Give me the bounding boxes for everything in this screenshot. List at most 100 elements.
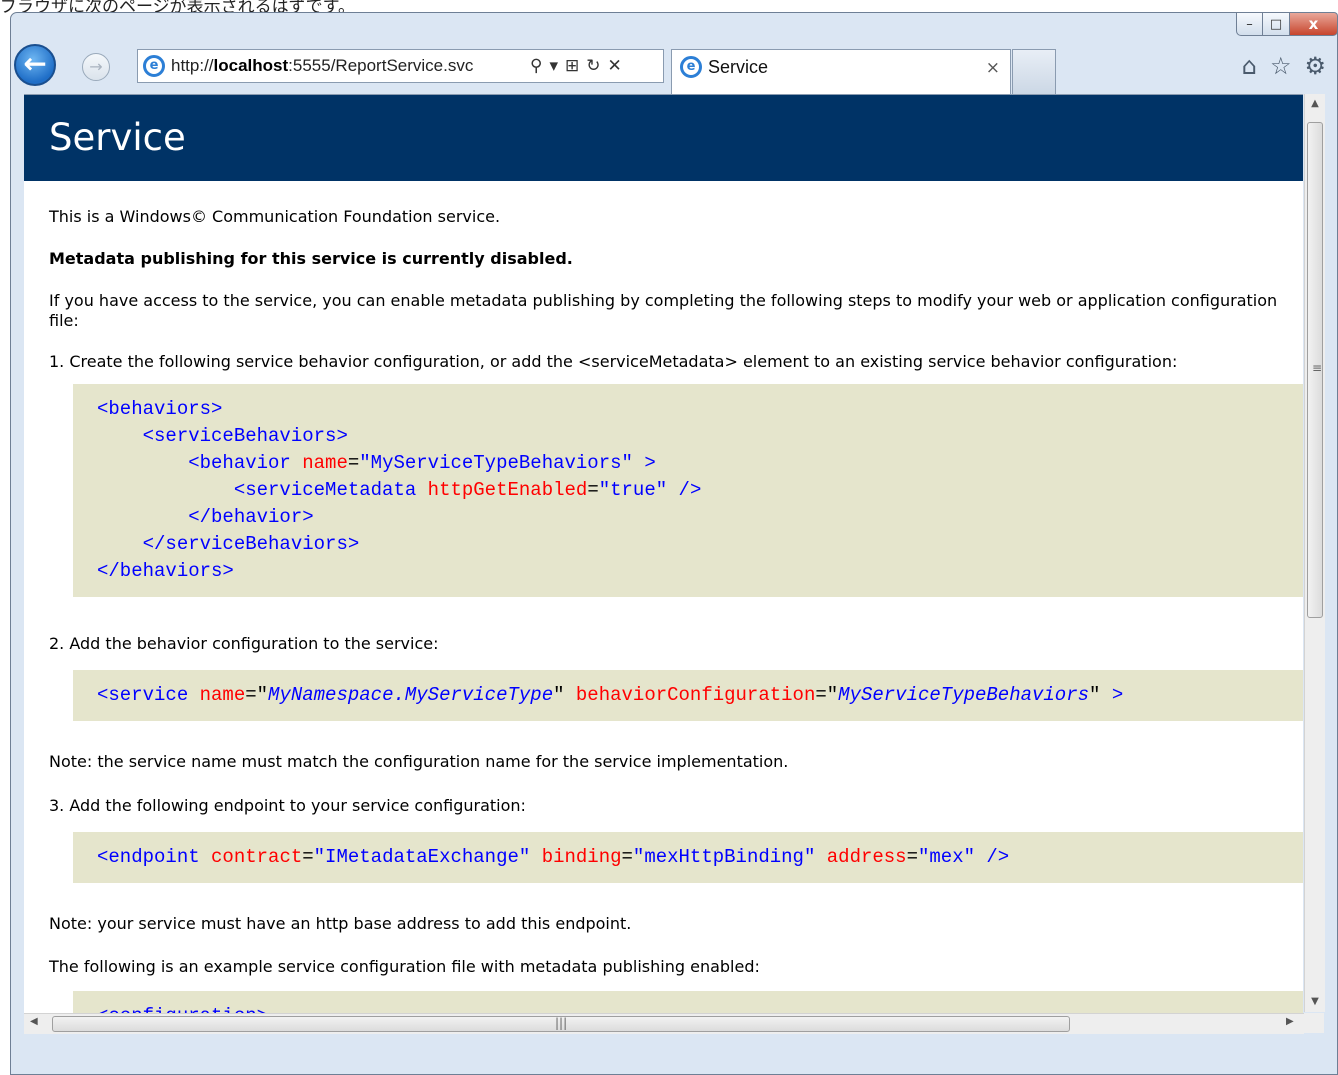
- page-viewport: Service This is a Windows© Communication…: [24, 94, 1303, 1013]
- code-token: "mexHttpBinding": [632, 846, 816, 868]
- address-bar[interactable]: e http://localhost:5555/ReportService.sv…: [137, 49, 664, 83]
- code-token: =: [621, 846, 633, 868]
- code-token: <serviceMetadata: [233, 479, 428, 501]
- home-icon[interactable]: ⌂: [1242, 52, 1257, 80]
- address-bar-tools: ⚲ ▾ ⊞ ↻ ✕: [530, 56, 622, 76]
- code-token: =": [245, 684, 269, 706]
- step-2-text: 2. Add the behavior configuration to the…: [49, 634, 439, 653]
- code-token: />: [975, 846, 1010, 868]
- code-block-configuration: <configuration>: [73, 991, 1303, 1013]
- stop-icon[interactable]: ✕: [608, 56, 622, 76]
- code-token: httpGetEnabled: [427, 479, 588, 501]
- code-token: "true": [598, 479, 668, 501]
- scroll-left-arrow[interactable]: ◀: [30, 1016, 38, 1027]
- back-arrow-icon: ←: [23, 47, 47, 80]
- code-token: <behaviors>: [97, 398, 223, 420]
- code-token: "mex": [917, 846, 975, 868]
- code-token: <serviceBehaviors>: [142, 425, 348, 447]
- code-block-behaviors: <behaviors> <serviceBehaviors> <behavior…: [73, 384, 1303, 597]
- code-token: </behaviors>: [97, 560, 234, 582]
- tools-gear-icon[interactable]: ⚙: [1304, 52, 1326, 80]
- code-token: address: [815, 846, 907, 868]
- maximize-button[interactable]: □: [1263, 12, 1290, 36]
- code-token: binding: [530, 846, 622, 868]
- tab-title: Service: [708, 57, 769, 77]
- code-line: <behavior name="MyServiceTypeBehaviors" …: [97, 452, 656, 474]
- disabled-notice: Metadata publishing for this service is …: [49, 249, 573, 268]
- horizontal-scroll-thumb[interactable]: |||: [52, 1016, 1070, 1032]
- code-block-endpoint: <endpoint contract="IMetadataExchange" b…: [73, 832, 1303, 883]
- browser-toolbar-icons: ⌂ ☆ ⚙: [1242, 52, 1326, 80]
- code-token: "MyServiceTypeBehaviors": [359, 452, 633, 474]
- url-text[interactable]: http://localhost:5555/ReportService.svc: [171, 56, 526, 76]
- scroll-down-arrow[interactable]: ▼: [1305, 992, 1325, 1012]
- minimize-button[interactable]: –: [1236, 12, 1263, 36]
- code-token: contract: [211, 846, 303, 868]
- note-2-text: Note: your service must have an http bas…: [49, 914, 632, 933]
- code-line: <serviceMetadata httpGetEnabled="true" /…: [97, 479, 702, 501]
- code-line: <service name="MyNamespace.MyServiceType…: [97, 684, 1123, 706]
- favorites-star-icon[interactable]: ☆: [1270, 52, 1292, 80]
- code-token: MyServiceTypeBehaviors: [838, 684, 1090, 706]
- ie-logo-icon: e: [680, 56, 702, 78]
- code-token: ": [553, 684, 576, 706]
- scroll-right-arrow[interactable]: ▶: [1286, 1016, 1294, 1027]
- grip-icon: ≡: [1312, 361, 1323, 375]
- code-token: name: [199, 684, 246, 706]
- tab-service[interactable]: e Service ×: [671, 49, 1011, 97]
- new-tab-button[interactable]: [1012, 49, 1056, 95]
- code-token: <behavior: [188, 452, 303, 474]
- scrollbar-corner: [1304, 1013, 1324, 1033]
- step-3-text: 3. Add the following endpoint to your se…: [49, 796, 526, 815]
- compatibility-view-icon[interactable]: ⊞: [565, 56, 579, 76]
- code-token: name: [302, 452, 348, 474]
- intro-text: This is a Windows© Communication Foundat…: [49, 207, 501, 226]
- grip-icon: |||: [555, 1016, 568, 1030]
- step-1-text: 1. Create the following service behavior…: [49, 352, 1178, 371]
- example-text: The following is an example service conf…: [49, 957, 760, 976]
- close-window-button[interactable]: x: [1290, 12, 1338, 36]
- page-content: This is a Windows© Communication Foundat…: [24, 181, 1303, 1013]
- access-text: If you have access to the service, you c…: [49, 291, 1278, 330]
- code-token: <service: [97, 684, 200, 706]
- note-1-text: Note: the service name must match the co…: [49, 752, 789, 771]
- tab-close-icon[interactable]: ×: [986, 58, 1000, 78]
- forward-button[interactable]: →: [82, 53, 110, 81]
- code-token: =: [302, 846, 314, 868]
- code-line: <serviceBehaviors>: [97, 425, 348, 447]
- page-title: Service: [24, 95, 1303, 181]
- code-line: <configuration>: [97, 1005, 268, 1013]
- code-block-service: <service name="MyNamespace.MyServiceType…: [73, 670, 1303, 721]
- code-token: />: [667, 479, 702, 501]
- refresh-icon[interactable]: ↻: [586, 56, 600, 76]
- code-token: <configuration>: [97, 1005, 268, 1013]
- chevron-down-icon[interactable]: ▾: [549, 56, 558, 76]
- code-token: </serviceBehaviors>: [142, 533, 360, 555]
- code-token: ": [1089, 684, 1112, 706]
- vertical-scrollbar[interactable]: ▲ ≡ ▼: [1304, 94, 1325, 1012]
- code-token: >: [632, 452, 656, 474]
- back-button[interactable]: ←: [14, 44, 56, 86]
- code-token: =: [587, 479, 599, 501]
- code-line: </serviceBehaviors>: [97, 533, 360, 555]
- code-token: behaviorConfiguration: [575, 684, 816, 706]
- scroll-up-arrow[interactable]: ▲: [1305, 94, 1325, 114]
- code-token: =: [906, 846, 918, 868]
- code-line: <behaviors>: [97, 398, 222, 420]
- code-line: </behavior>: [97, 506, 314, 528]
- horizontal-scrollbar[interactable]: ◀ ||| ▶: [24, 1013, 1304, 1034]
- code-line: <endpoint contract="IMetadataExchange" b…: [97, 846, 1009, 868]
- search-icon[interactable]: ⚲: [530, 56, 542, 76]
- code-token: </behavior>: [188, 506, 314, 528]
- code-line: </behaviors>: [97, 560, 234, 582]
- code-token: >: [1111, 684, 1124, 706]
- code-token: <endpoint: [97, 846, 212, 868]
- vertical-scroll-thumb[interactable]: ≡: [1307, 122, 1323, 618]
- code-token: =": [815, 684, 839, 706]
- ie-logo-icon: e: [143, 55, 165, 77]
- code-token: MyNamespace.MyServiceType: [268, 684, 554, 706]
- code-token: =: [347, 452, 360, 474]
- forward-arrow-icon: →: [89, 57, 103, 76]
- window-controls: – □ x: [1236, 12, 1338, 36]
- code-token: "IMetadataExchange": [313, 846, 531, 868]
